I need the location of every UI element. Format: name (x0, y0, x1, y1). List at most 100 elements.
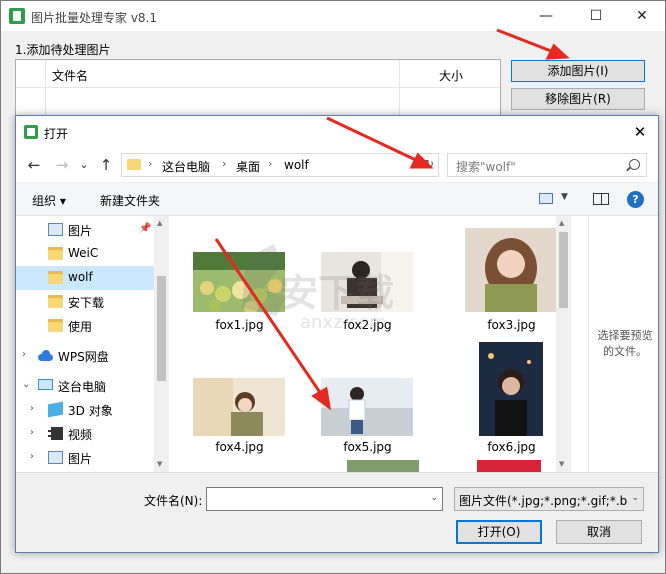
filetype-select[interactable]: 图片文件(*.jpg;*.png;*.gif;*.bn ⌄ (454, 487, 644, 511)
nav-item-weic[interactable]: WeiC (16, 242, 154, 266)
view-dropdown-icon[interactable]: ▼ (561, 192, 568, 202)
navigation-bar: ← → ⌄ ↑ › 这台电脑 › 桌面 › wolf ⌄ ↻ 搜索"wolf" (16, 148, 658, 182)
scroll-up-icon[interactable]: ▲ (559, 219, 564, 227)
search-box[interactable]: 搜索"wolf" (447, 153, 647, 177)
scroll-up-icon[interactable]: ▲ (157, 219, 162, 227)
navigation-pane: 图片 📌 WeiC wolf 安下载 使用 › WPS网盘 ⌄ 这台电脑 › 3… (16, 216, 169, 472)
new-folder-button[interactable]: 新建文件夹 (100, 192, 160, 209)
scroll-down-icon[interactable]: ▼ (559, 460, 564, 468)
filetype-value: 图片文件(*.jpg;*.png;*.gif;*.bn (459, 494, 627, 508)
forward-button[interactable]: → (52, 155, 72, 175)
section-label: 1.添加待处理图片 (15, 43, 111, 57)
image-thumbnail (479, 342, 543, 436)
breadcrumb-this-pc[interactable]: 这台电脑 (162, 158, 210, 175)
close-button[interactable]: ✕ (619, 1, 665, 31)
refresh-icon[interactable]: ↻ (424, 157, 434, 171)
maximize-button[interactable]: ☐ (573, 1, 619, 31)
folder-icon (48, 295, 63, 308)
folder-icon (48, 247, 63, 260)
command-bar: 组织 ▾ 新建文件夹 ▼ ? (16, 182, 658, 216)
column-divider (399, 60, 400, 118)
filename-label: 文件名(N): (144, 494, 203, 508)
nav-label: WeiC (68, 246, 99, 260)
scroll-down-icon[interactable]: ▼ (157, 460, 162, 468)
filename-input[interactable]: ⌄ (206, 487, 443, 511)
cloud-icon (38, 349, 53, 362)
nav-item-videos[interactable]: › 视频 (16, 422, 154, 446)
video-icon (48, 427, 63, 440)
pictures-icon (48, 451, 63, 464)
image-thumbnail (477, 460, 541, 472)
size-column-header[interactable]: 大小 (439, 67, 463, 84)
preview-hint: 选择要预览的文件。 (597, 329, 653, 358)
nav-item-shiyong[interactable]: 使用 (16, 314, 154, 338)
address-dropdown-icon[interactable]: ⌄ (410, 157, 418, 168)
nav-label: 这台电脑 (58, 380, 107, 394)
nav-item-3d-objects[interactable]: › 3D 对象 (16, 398, 154, 422)
file-scroll-thumb[interactable] (559, 232, 568, 308)
folder-icon (127, 159, 141, 170)
chevron-down-icon[interactable]: ⌄ (631, 493, 639, 503)
expand-arrow-icon[interactable]: › (30, 427, 34, 438)
file-view: fox1.jpg fox2.jpg fox3.jpg fox4.jpg fox5… (171, 216, 571, 472)
main-title-bar: 图片批量处理专家 v8.1 — ☐ ✕ (1, 1, 665, 31)
expand-arrow-icon[interactable]: › (30, 403, 34, 414)
file-name: fox2.jpg (343, 318, 392, 332)
image-thumbnail (321, 252, 413, 312)
add-images-button[interactable]: 添加图片(I) (511, 60, 645, 82)
search-icon[interactable] (629, 159, 640, 170)
cancel-button[interactable]: 取消 (556, 520, 642, 544)
nav-scroll-thumb[interactable] (157, 276, 166, 381)
folder-icon (48, 271, 63, 284)
3d-objects-icon (48, 401, 63, 418)
file-name: fox6.jpg (487, 440, 536, 454)
pin-icon[interactable]: 📌 (139, 223, 151, 234)
chevron-down-icon[interactable]: ⌄ (430, 493, 438, 503)
dialog-app-icon (24, 125, 38, 139)
dialog-footer: 文件名(N): ⌄ 图片文件(*.jpg;*.png;*.gif;*.bn ⌄ … (16, 472, 658, 552)
nav-label: 3D 对象 (68, 404, 113, 418)
collapse-arrow-icon[interactable]: ⌄ (22, 379, 30, 390)
nav-label: 图片 (68, 224, 93, 238)
file-name: fox1.jpg (215, 318, 264, 332)
remove-images-button[interactable]: 移除图片(R) (511, 88, 645, 110)
nav-scrollbar[interactable]: ▲ ▼ (154, 216, 169, 472)
nav-item-pictures-quick[interactable]: 图片 📌 (16, 218, 154, 242)
help-icon[interactable]: ? (627, 191, 644, 208)
expand-arrow-icon[interactable]: › (22, 349, 26, 360)
nav-item-wolf[interactable]: wolf (16, 266, 154, 290)
search-placeholder: 搜索"wolf" (456, 160, 516, 174)
minimize-button[interactable]: — (523, 1, 569, 31)
nav-item-pictures[interactable]: › 图片 (16, 446, 154, 470)
dialog-title: 打开 (44, 127, 69, 141)
back-button[interactable]: ← (24, 155, 44, 175)
nav-item-wps-cloud[interactable]: › WPS网盘 (16, 344, 154, 368)
breadcrumb-desktop[interactable]: 桌面 (236, 158, 260, 175)
list-header (16, 60, 500, 88)
breadcrumb-separator: › (222, 157, 227, 170)
breadcrumb-separator: › (268, 157, 273, 170)
file-name: fox5.jpg (343, 440, 392, 454)
dialog-close-button[interactable]: ✕ (628, 121, 652, 143)
address-bar[interactable]: › 这台电脑 › 桌面 › wolf ⌄ ↻ (121, 153, 439, 177)
preview-pane-icon[interactable] (593, 193, 609, 205)
breadcrumb-wolf[interactable]: wolf (284, 158, 309, 172)
nav-label: 使用 (68, 320, 93, 334)
nav-item-this-pc[interactable]: ⌄ 这台电脑 (16, 374, 154, 398)
preview-pane: 选择要预览的文件。 (588, 216, 658, 472)
image-list[interactable]: 文件名 大小 (15, 59, 501, 119)
organize-menu[interactable]: 组织 ▾ (32, 192, 66, 209)
folder-icon (48, 319, 63, 332)
expand-arrow-icon[interactable]: › (30, 451, 34, 462)
recent-locations-button[interactable]: ⌄ (74, 155, 94, 175)
nav-item-anxiazai[interactable]: 安下载 (16, 290, 154, 314)
computer-icon (38, 379, 53, 390)
up-button[interactable]: ↑ (96, 155, 116, 175)
pictures-icon (48, 223, 63, 236)
app-icon (9, 8, 25, 24)
app-title: 图片批量处理专家 v8.1 (31, 11, 158, 25)
name-column-header[interactable]: 文件名 (52, 67, 88, 84)
change-view-icon[interactable] (539, 193, 553, 204)
open-button[interactable]: 打开(O) (456, 520, 542, 544)
file-scrollbar[interactable]: ▲ ▼ (556, 216, 571, 472)
